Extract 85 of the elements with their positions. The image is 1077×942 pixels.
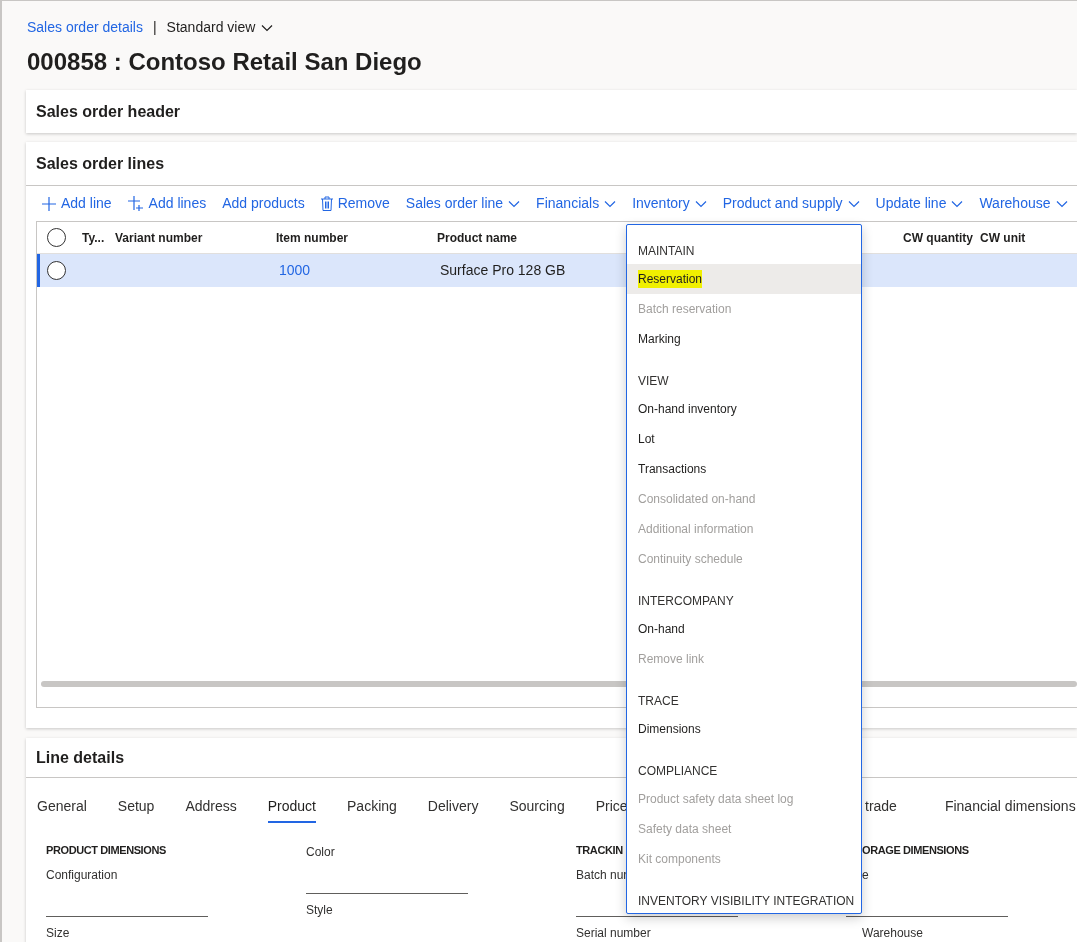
menu-item-label: Marking: [638, 331, 681, 348]
menu-item-label: Consolidated on-hand: [638, 491, 756, 508]
chevron-down-icon: [951, 199, 964, 208]
field-label: Configuration: [46, 867, 118, 884]
toolbar-button[interactable]: Warehouse: [979, 193, 1068, 214]
menu-item[interactable]: On-hand: [627, 614, 861, 644]
chevron-down-icon: [261, 23, 274, 32]
group-heading: ORAGE DIMENSIONS: [862, 843, 969, 858]
menu-heading: VIEW: [637, 373, 670, 390]
detail-tab[interactable]: Setup: [117, 789, 155, 823]
detail-tab[interactable]: Financial dimensions: [944, 789, 1076, 823]
field-label: Batch nur: [576, 867, 628, 884]
menu-item-label: Continuity schedule: [638, 551, 743, 568]
toolbar-button[interactable]: Inventory: [632, 193, 707, 214]
menu-item[interactable]: Dimensions: [627, 714, 861, 744]
detail-tab[interactable]: Delivery: [427, 789, 479, 823]
group-heading: TRACKIN: [576, 843, 623, 858]
toolbar-button[interactable]: Remove: [320, 193, 390, 214]
chevron-down-icon: [508, 199, 521, 208]
section-title[interactable]: Line details: [36, 745, 125, 770]
table-cell: 1000: [279, 262, 311, 278]
field-label: Warehouse: [862, 925, 923, 942]
menu-item-label: Reservation: [638, 270, 703, 288]
toolbar-button[interactable]: Sales order line: [405, 193, 521, 214]
column-header[interactable]: CW quantity: [903, 230, 973, 245]
chevron-down-icon: [694, 199, 707, 208]
detail-tab[interactable]: Product: [267, 789, 316, 823]
toolbar-button[interactable]: Update line: [875, 193, 964, 214]
toolbar-button[interactable]: Add lines: [127, 193, 207, 214]
field-label: Color: [306, 844, 335, 861]
column-header[interactable]: Variant number: [115, 230, 203, 245]
menu-item-label: Remove link: [638, 651, 705, 668]
field-label: Size: [46, 925, 70, 942]
view-selector[interactable]: Standard view: [166, 17, 274, 38]
detail-tab[interactable]: Sourcing: [509, 789, 565, 823]
chevron-down-icon: [604, 199, 617, 208]
section-title[interactable]: Sales order lines: [36, 151, 165, 176]
breadcrumb-link[interactable]: Sales order details: [27, 17, 143, 38]
toolbar-button[interactable]: Add line: [42, 193, 112, 214]
select-all-radio[interactable]: [47, 228, 66, 247]
menu-item-label: Batch reservation: [638, 301, 732, 318]
plus-icon: [42, 196, 56, 211]
group-heading: PRODUCT DIMENSIONS: [46, 843, 166, 858]
detail-tab[interactable]: Address: [185, 789, 237, 823]
column-header[interactable]: Ty...: [82, 230, 105, 245]
field-label: e: [862, 867, 869, 884]
menu-item[interactable]: Reservation: [627, 264, 861, 294]
menu-item-label: Additional information: [638, 521, 754, 538]
menu-item-label: Dimensions: [638, 721, 701, 738]
section-title[interactable]: Sales order header: [36, 99, 181, 124]
menu-item-label: On-hand inventory: [638, 401, 737, 418]
detail-tab[interactable]: General: [37, 789, 87, 823]
detail-tab[interactable]: trade: [865, 789, 897, 823]
menu-item[interactable]: Marking: [627, 324, 861, 354]
toolbar-button[interactable]: Financials: [536, 193, 617, 214]
menu-heading: INVENTORY VISIBILITY INTEGRATION: [637, 893, 856, 910]
menu-item-label: Product safety data sheet log: [638, 791, 794, 808]
breadcrumb-separator: |: [152, 18, 157, 37]
menu-item-label: Transactions: [638, 461, 707, 478]
row-radio[interactable]: [47, 261, 66, 280]
menu-item-label: On-hand: [638, 621, 685, 638]
trash-icon: [320, 196, 333, 211]
menu-item-label: Kit components: [638, 851, 721, 868]
field-label: Serial number: [576, 925, 651, 942]
menu-item[interactable]: On-hand inventory: [627, 394, 861, 424]
menu-item-label: Safety data sheet: [638, 821, 732, 838]
page-title: 000858 : Contoso Retail San Diego: [26, 47, 423, 77]
chevron-down-icon: [1055, 199, 1068, 208]
detail-tab[interactable]: Packing: [347, 789, 397, 823]
field-label: Style: [306, 902, 333, 919]
table-cell: Surface Pro 128 GB: [440, 262, 566, 278]
column-header[interactable]: Product name: [437, 230, 517, 245]
menu-heading: TRACE: [637, 693, 680, 710]
menu-item[interactable]: Lot: [627, 424, 861, 454]
toolbar-button[interactable]: Add products: [222, 193, 305, 214]
column-header[interactable]: Item number: [276, 230, 348, 245]
menu-item-label: Lot: [638, 431, 655, 448]
menu-heading: INTERCOMPANY: [637, 593, 735, 610]
column-header[interactable]: CW unit: [980, 230, 1026, 245]
chevron-down-icon: [847, 199, 860, 208]
detail-tab[interactable]: Price: [595, 789, 628, 823]
toolbar-button[interactable]: Product and supply: [722, 193, 860, 214]
menu-heading: COMPLIANCE: [637, 763, 719, 780]
menu-item[interactable]: Transactions: [627, 454, 861, 484]
plus-icon: [127, 196, 144, 211]
